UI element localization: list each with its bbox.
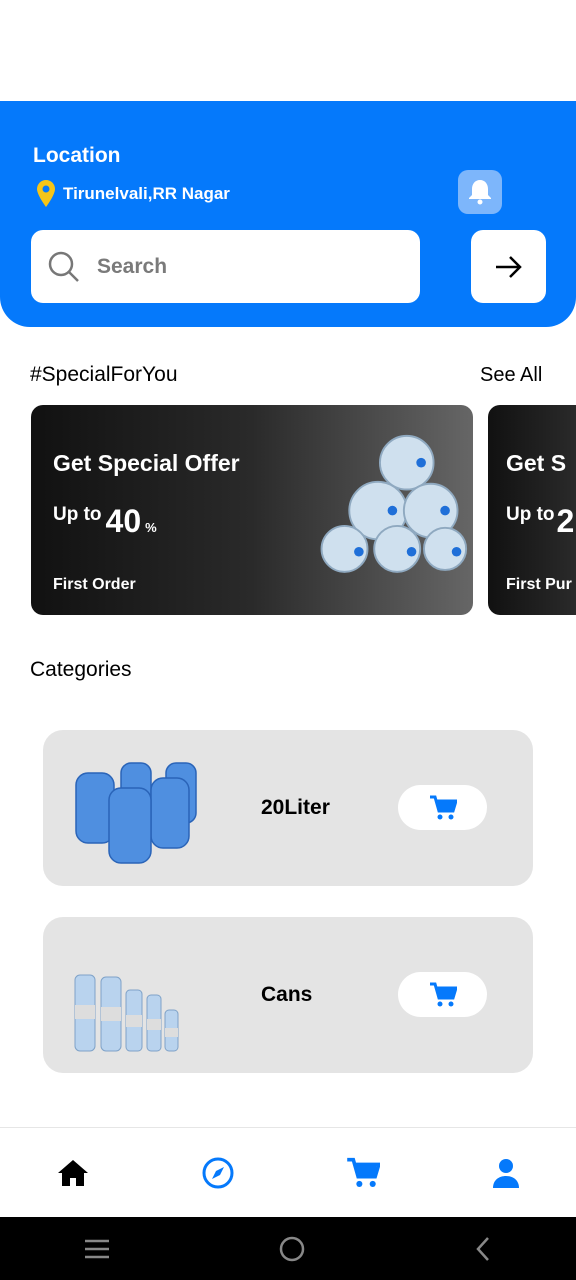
- cart-icon[interactable]: [346, 1157, 380, 1189]
- water-jugs-image: [75, 762, 197, 864]
- search-input[interactable]: [97, 254, 377, 279]
- bottom-nav: [0, 1127, 576, 1217]
- offer-card[interactable]: Get Special Offer Up to 40% First Order: [31, 405, 473, 615]
- special-section-title: #SpecialForYou: [30, 363, 178, 386]
- category-name: Cans: [261, 983, 313, 1006]
- explore-icon[interactable]: [201, 1156, 235, 1190]
- offer-note: First Pur: [506, 576, 572, 593]
- offer-value: 2: [556, 503, 575, 539]
- offer-title: Get S: [506, 450, 567, 476]
- offer-note: First Order: [53, 576, 136, 593]
- profile-icon[interactable]: [491, 1157, 521, 1189]
- add-to-cart-button[interactable]: [398, 972, 487, 1017]
- add-to-cart-button[interactable]: [398, 785, 487, 830]
- cart-icon: [429, 795, 457, 819]
- category-name: 20Liter: [261, 796, 330, 819]
- search-icon: [48, 251, 79, 282]
- search-go-button[interactable]: [471, 230, 546, 303]
- water-bottles-image: [74, 974, 179, 1052]
- search-box[interactable]: [31, 230, 420, 303]
- offer-unit: %: [145, 520, 157, 535]
- offer-card[interactable]: Get S Up to 2 First Pur: [488, 405, 576, 615]
- location-label: Location: [33, 144, 121, 167]
- menu-icon[interactable]: [83, 1238, 111, 1260]
- category-item[interactable]: Cans: [43, 917, 533, 1073]
- offer-discount: Up to 40%: [53, 491, 157, 539]
- offer-prefix: Up to: [53, 504, 102, 525]
- system-nav-bar: [0, 1217, 576, 1280]
- see-all-link[interactable]: See All: [480, 364, 542, 387]
- location-value: Tirunelvali,RR Nagar: [63, 183, 230, 203]
- category-item[interactable]: 20Liter: [43, 730, 533, 886]
- categories-title: Categories: [30, 658, 132, 681]
- notifications-button[interactable]: [458, 170, 502, 214]
- offer-title: Get Special Offer: [53, 450, 240, 476]
- arrow-right-icon: [495, 255, 522, 278]
- water-cans-image: [320, 434, 468, 573]
- location-selector[interactable]: Tirunelvali,RR Nagar: [37, 180, 230, 207]
- header: Location Tirunelvali,RR Nagar: [0, 101, 576, 327]
- home-icon[interactable]: [56, 1158, 90, 1188]
- back-icon[interactable]: [473, 1235, 493, 1263]
- offer-discount: Up to 2: [506, 491, 574, 539]
- home-circle-icon[interactable]: [278, 1235, 306, 1263]
- bell-icon: [469, 180, 491, 205]
- offer-prefix: Up to: [506, 504, 555, 525]
- location-pin-icon: [37, 180, 55, 207]
- cart-icon: [429, 982, 457, 1006]
- offer-value: 40: [105, 503, 142, 539]
